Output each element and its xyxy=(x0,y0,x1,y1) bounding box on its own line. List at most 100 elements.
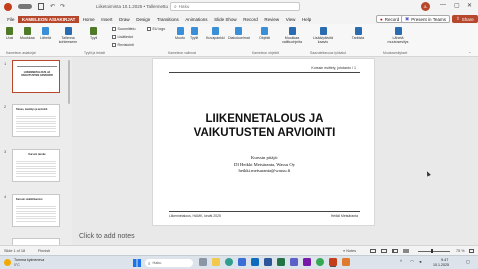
record-label: Record xyxy=(384,16,400,22)
check-eu-logo[interactable]: EU logo xyxy=(147,27,165,31)
clock-time[interactable]: 9.47 xyxy=(441,258,448,262)
shape-label: Muoto xyxy=(175,36,185,40)
menu-tab-transitions[interactable]: Transitions xyxy=(154,17,182,22)
title-bar: ↶ ↷ Liiketoiminta 10.1.2025 • Tallennett… xyxy=(0,0,478,14)
check-lisatiedot[interactable]: Lisätiedot xyxy=(112,35,133,39)
excel-icon[interactable] xyxy=(277,258,285,266)
ribbon-collapse-icon[interactable]: ⌃ xyxy=(468,51,471,56)
start-button[interactable] xyxy=(133,259,141,267)
object-button[interactable]: Objekti xyxy=(259,27,270,40)
slide-collection-button[interactable]: Diakokoelmat xyxy=(228,27,250,40)
chrome-icon[interactable] xyxy=(316,258,324,266)
avatar[interactable]: JL xyxy=(421,2,430,11)
send-button[interactable]: Lähetä xyxy=(40,27,51,40)
file-explorer-icon[interactable] xyxy=(212,258,220,266)
slide-title-line-1: LIIKENNETALOUS JA xyxy=(205,113,324,125)
share-label: Share xyxy=(461,16,474,22)
image-bank-button[interactable]: Kuvapankki xyxy=(206,27,225,40)
fit-to-window-icon[interactable] xyxy=(469,248,474,253)
word-icon[interactable] xyxy=(264,258,272,266)
onenote-icon[interactable] xyxy=(303,258,311,266)
style-button[interactable]: Tyyli xyxy=(90,27,97,40)
save-to-button[interactable]: Tallenna kohteeseen xyxy=(58,27,78,44)
maximize-button[interactable]: ▢ xyxy=(454,2,460,9)
notification-icon[interactable]: ◻ xyxy=(466,259,470,265)
language-status[interactable]: Finnish xyxy=(38,249,50,253)
menu-tab-insert[interactable]: Insert xyxy=(98,17,116,22)
slide-canvas[interactable]: Kurssin esittely, johdanto / 1 LIIKENNET… xyxy=(152,58,375,226)
edit-document-button[interactable]: Muokkaa xyxy=(20,27,35,40)
tray-chevron-icon[interactable]: ^ xyxy=(400,259,402,264)
minimize-button[interactable]: — xyxy=(440,2,446,8)
volume-icon[interactable]: ◂ xyxy=(419,259,421,265)
menu-tab-record[interactable]: Record xyxy=(240,17,261,22)
menu-tab-home[interactable]: Home xyxy=(79,17,98,22)
teams-icon: ▣ xyxy=(405,16,410,21)
slide-footer-left: Liikennetalous, HAMK, kevät 2025 xyxy=(169,214,221,218)
menu-tab-design[interactable]: Design xyxy=(133,17,154,22)
share-button[interactable]: ⇪ Share xyxy=(452,15,478,23)
presenter-view-icon[interactable] xyxy=(403,248,409,253)
shape-button[interactable]: Muoto xyxy=(175,27,185,40)
check-suunnittelu[interactable]: Suunnittelu xyxy=(112,27,135,31)
thumbnail-scrollbar[interactable] xyxy=(68,60,70,104)
powerpoint-icon[interactable] xyxy=(329,258,337,266)
slide-title-line-2: VAIKUTUSTEN ARVIOINTI xyxy=(193,126,336,139)
styles-button[interactable]: Tyylit xyxy=(190,27,198,40)
task-view-icon[interactable] xyxy=(199,258,207,266)
slide-thumbnail[interactable]: LIIKENNETALOUS JA VAIKUTUSTEN ARVIOINTI xyxy=(12,60,60,93)
search-box[interactable]: ⌕ Haku xyxy=(170,2,300,11)
edge-icon[interactable] xyxy=(225,258,233,266)
weather-icon[interactable] xyxy=(4,259,11,266)
menu-tab-draw[interactable]: Draw xyxy=(116,17,133,22)
zoom-level[interactable]: 75 % xyxy=(456,249,465,253)
thumbnail-next-partial[interactable] xyxy=(12,238,60,245)
check-revisio-label: Revisiointi xyxy=(117,43,134,47)
menu-tab-file[interactable]: File xyxy=(4,17,18,22)
slide-collection-label: Diakokoelmat xyxy=(228,36,250,40)
check-revisio[interactable]: Revisiointi xyxy=(112,43,134,47)
present-teams-button[interactable]: ▣ Present in Teams xyxy=(401,15,450,23)
add-chart-button[interactable]: Lisää/päivitä kaavio xyxy=(312,27,334,44)
outlook-icon[interactable] xyxy=(251,258,259,266)
undo-icon[interactable]: ↶ xyxy=(50,3,55,10)
document-title[interactable]: Liiketoiminta 10.1.2025 • Tallennettu xyxy=(96,4,168,9)
reading-view-icon[interactable] xyxy=(392,248,398,253)
slide-sorter-icon[interactable] xyxy=(381,248,387,253)
menu-tab-slide-show[interactable]: Slide Show xyxy=(211,17,240,22)
photos-icon[interactable] xyxy=(342,258,350,266)
slide-thumbnail[interactable]: Kurssin tavoite xyxy=(12,149,60,182)
close-button[interactable]: ✕ xyxy=(467,2,472,9)
record-button[interactable]: ● Record xyxy=(376,15,404,23)
send-change-button[interactable]: Lähetä muutosesitys xyxy=(385,27,411,44)
new-document-icon xyxy=(6,27,14,35)
notes-toggle[interactable]: ≡ Notes xyxy=(343,249,356,253)
image-bank-label: Kuvapankki xyxy=(206,36,225,40)
check-button[interactable]: Tarkista xyxy=(344,27,372,40)
menu-tab-animations[interactable]: Animations xyxy=(182,17,211,22)
clock-date[interactable]: 10.1.2025 xyxy=(433,263,449,267)
menu-tab-view[interactable]: View xyxy=(282,17,298,22)
menu-tab-review[interactable]: Review xyxy=(261,17,282,22)
redo-icon[interactable]: ↷ xyxy=(60,3,65,10)
thumb-body-lines xyxy=(16,204,56,222)
edit-selected-button[interactable]: Muokkaa valittuohjeita xyxy=(279,27,305,44)
slide-thumbnail[interactable]: Talous, merkitys ja arviointi xyxy=(12,104,60,137)
new-document-button[interactable]: Uusi xyxy=(6,27,13,40)
send-change-icon xyxy=(394,27,402,35)
new-document-label: Uusi xyxy=(6,36,14,40)
save-icon[interactable] xyxy=(38,3,44,10)
zoom-slider[interactable] xyxy=(418,250,450,252)
store-icon[interactable] xyxy=(238,258,246,266)
notes-pane[interactable]: Click to add notes xyxy=(72,228,478,245)
teams-app-icon[interactable] xyxy=(290,258,298,266)
autosave-toggle[interactable] xyxy=(18,4,32,9)
zoom-slider-thumb[interactable] xyxy=(431,248,433,253)
wifi-icon[interactable]: ◠ xyxy=(410,259,414,265)
taskbar-search[interactable]: ⌕ Haku xyxy=(145,259,193,267)
menu-tab-help[interactable]: Help xyxy=(299,17,315,22)
slide-thumbnail[interactable]: Kurssin sisältö/luennot xyxy=(12,194,60,227)
group-label-asiakirjat: Kameleon asiakirjat xyxy=(6,51,36,55)
menu-tab-kameleon-asiakirjat[interactable]: KAMELEON ASIAKIRJAT xyxy=(17,15,80,23)
normal-view-icon[interactable] xyxy=(370,248,376,253)
